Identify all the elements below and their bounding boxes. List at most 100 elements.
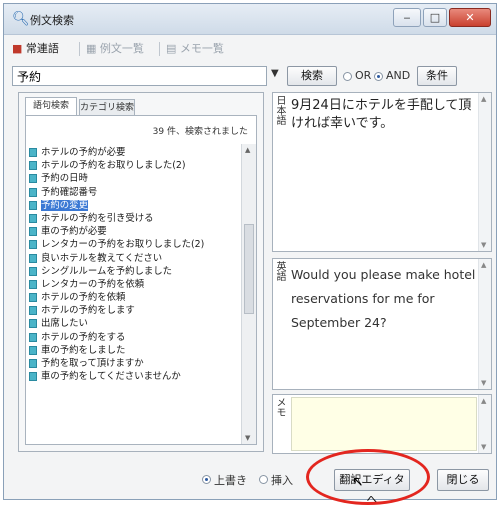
memo-scrollbar[interactable]: ▲ ▼ bbox=[478, 395, 491, 453]
bottom-bar: 上書き 挿入 翻訳エディタへ 閉じる bbox=[4, 466, 496, 506]
example-doc-icon bbox=[29, 279, 37, 289]
results-panel: 語句検索 カテゴリ検索 39 件、検索されました ホテルの予約が必要 ホテルの予約… bbox=[18, 92, 264, 452]
list-item[interactable]: ホテルの予約をお取りしました(2) bbox=[29, 159, 241, 172]
toolbar-divider bbox=[79, 42, 80, 56]
memo-pane-label: メモ bbox=[274, 397, 285, 417]
example-doc-icon bbox=[29, 161, 37, 171]
japanese-pane: 日本語 9月24日にホテルを手配して頂ければ幸いです。 ▲ ▼ bbox=[272, 92, 492, 252]
english-scrollbar[interactable]: ▲ ▼ bbox=[478, 259, 491, 389]
list-item[interactable]: 予約の変更 bbox=[29, 199, 241, 212]
scroll-down-icon[interactable]: ▼ bbox=[481, 443, 486, 451]
list-item[interactable]: 車の予約をしました bbox=[29, 344, 241, 357]
list-item-label: 予約を取って頂けますか bbox=[41, 358, 144, 369]
memo-pane: メモ ▲ ▼ bbox=[272, 394, 492, 454]
favorites-label: 常連語 bbox=[25, 42, 59, 55]
scroll-up-icon[interactable]: ▲ bbox=[481, 95, 486, 103]
maximize-button[interactable]: □ bbox=[423, 8, 447, 27]
list-item[interactable]: 車の予約をしてくださいませんか bbox=[29, 370, 241, 383]
example-list-tool[interactable]: ▦ 例文一覧 bbox=[86, 40, 144, 58]
japanese-scrollbar[interactable]: ▲ ▼ bbox=[478, 93, 491, 251]
list-item[interactable]: ホテルの予約を引き受ける bbox=[29, 212, 241, 225]
results-list: ホテルの予約が必要 ホテルの予約をお取りしました(2) 予約の日時 予約確認番号 予約の… bbox=[29, 146, 241, 383]
toolbar: ■ 常連語 ▦ 例文一覧 ▤ メモ一覧 bbox=[4, 36, 496, 62]
tab-category-search[interactable]: カテゴリ検索 bbox=[79, 99, 135, 115]
example-doc-icon bbox=[29, 359, 37, 368]
example-doc-icon bbox=[29, 213, 37, 223]
close-window-button[interactable]: ✕ bbox=[449, 8, 491, 27]
or-radio[interactable] bbox=[343, 72, 352, 81]
memo-icon: ▤ bbox=[166, 42, 177, 55]
list-item-label: レンタカーの予約を依頼 bbox=[41, 278, 145, 290]
list-item[interactable]: レンタカーの予約をお取りしました(2) bbox=[29, 238, 241, 251]
results-list-box: 39 件、検索されました ホテルの予約が必要 ホテルの予約をお取りしました(2) 予… bbox=[25, 115, 257, 445]
list-item-label: ホテルの予約をお取りしました(2) bbox=[41, 160, 186, 172]
close-button[interactable]: 閉じる bbox=[437, 469, 489, 491]
list-item[interactable]: 予約の日時 bbox=[29, 172, 241, 185]
list-item-label: 車の予約が必要 bbox=[41, 226, 107, 238]
search-input[interactable] bbox=[12, 66, 267, 86]
list-item-label: 車の予約をしました bbox=[41, 344, 126, 356]
list-item[interactable]: 出席したい bbox=[29, 317, 241, 330]
list-item[interactable]: ホテルの予約をする bbox=[29, 331, 241, 344]
scroll-up-icon[interactable]: ▲ bbox=[245, 146, 250, 154]
or-label: OR bbox=[355, 69, 372, 82]
list-item[interactable]: ホテルの予約が必要 bbox=[29, 146, 241, 159]
list-item-label: シングルルームを予約しました bbox=[41, 265, 172, 277]
scroll-down-icon[interactable]: ▼ bbox=[481, 379, 486, 387]
list-item-label: ホテルの予約を依頼 bbox=[41, 292, 126, 304]
list-item-label: ホテルの予約をします bbox=[41, 305, 135, 317]
search-magnifier-icon: 🔍︎ bbox=[12, 11, 30, 27]
list-item[interactable]: ホテルの予約をします bbox=[29, 304, 241, 317]
memo-input[interactable] bbox=[291, 397, 477, 451]
tab-phrase-search[interactable]: 語句検索 bbox=[25, 97, 77, 115]
and-radio[interactable] bbox=[374, 72, 383, 81]
and-label: AND bbox=[386, 69, 411, 82]
list-item[interactable]: 予約確認番号 bbox=[29, 186, 241, 199]
insert-radio[interactable] bbox=[259, 475, 268, 484]
list-item-label: 予約の日時 bbox=[41, 173, 88, 185]
list-item-label: ホテルの予約をする bbox=[41, 331, 126, 343]
conditions-button[interactable]: 条件 bbox=[417, 66, 457, 86]
results-scrollbar[interactable]: ▲ ▼ bbox=[241, 144, 256, 444]
example-doc-icon bbox=[29, 253, 37, 263]
list-item-label: 予約確認番号 bbox=[41, 186, 98, 198]
translate-editor-button[interactable]: 翻訳エディタへ bbox=[334, 469, 410, 506]
memo-list-tool[interactable]: ▤ メモ一覧 bbox=[166, 40, 224, 58]
minimize-button[interactable]: ‒ bbox=[393, 8, 421, 27]
list-item-label: 出席したい bbox=[41, 318, 88, 330]
list-item[interactable]: 予約を取って頂けますか bbox=[29, 357, 241, 370]
example-list-label: 例文一覧 bbox=[99, 42, 144, 55]
scroll-up-icon[interactable]: ▲ bbox=[481, 261, 486, 269]
example-doc-icon bbox=[29, 240, 37, 250]
scroll-up-icon[interactable]: ▲ bbox=[481, 397, 486, 405]
bookmark-icon: ■ bbox=[12, 42, 23, 55]
english-pane: 英語 Would you please make hotel reservati… bbox=[272, 258, 492, 390]
chevron-down-icon[interactable]: ▼ bbox=[271, 68, 279, 79]
favorites-tool[interactable]: ■ 常連語 bbox=[12, 40, 59, 58]
list-item-label: ホテルの予約を引き受ける bbox=[41, 212, 154, 224]
english-pane-label: 英語 bbox=[274, 261, 285, 281]
japanese-text[interactable]: 9月24日にホテルを手配して頂ければ幸いです。 bbox=[291, 97, 477, 133]
list-item[interactable]: シングルルームを予約しました bbox=[29, 265, 241, 278]
list-item[interactable]: レンタカーの予約を依頼 bbox=[29, 278, 241, 291]
insert-label: 挿入 bbox=[271, 474, 293, 487]
example-doc-icon bbox=[29, 345, 37, 355]
example-doc-icon bbox=[29, 200, 37, 210]
scroll-down-icon[interactable]: ▼ bbox=[481, 241, 486, 249]
mouse-cursor-icon: ↖ bbox=[352, 474, 364, 490]
example-doc-icon bbox=[29, 293, 37, 303]
example-doc-icon bbox=[29, 148, 37, 157]
list-item-label: レンタカーの予約をお取りしました(2) bbox=[41, 239, 205, 251]
example-doc-icon bbox=[29, 372, 37, 382]
list-item[interactable]: 良いホテルを教えてください bbox=[29, 252, 241, 265]
scroll-down-icon[interactable]: ▼ bbox=[245, 434, 250, 442]
overwrite-radio[interactable] bbox=[202, 475, 211, 484]
list-item[interactable]: ホテルの予約を依頼 bbox=[29, 291, 241, 304]
overwrite-label: 上書き bbox=[214, 474, 247, 487]
scroll-thumb[interactable] bbox=[244, 224, 254, 314]
title-bar[interactable]: 🔍︎ 例文検索 ‒ □ ✕ bbox=[4, 4, 496, 35]
list-item-label: 車の予約をしてくださいませんか bbox=[41, 371, 181, 383]
english-text[interactable]: Would you please make hotel reservations… bbox=[291, 263, 477, 335]
list-item[interactable]: 車の予約が必要 bbox=[29, 225, 241, 238]
search-button[interactable]: 検索 bbox=[287, 66, 337, 86]
